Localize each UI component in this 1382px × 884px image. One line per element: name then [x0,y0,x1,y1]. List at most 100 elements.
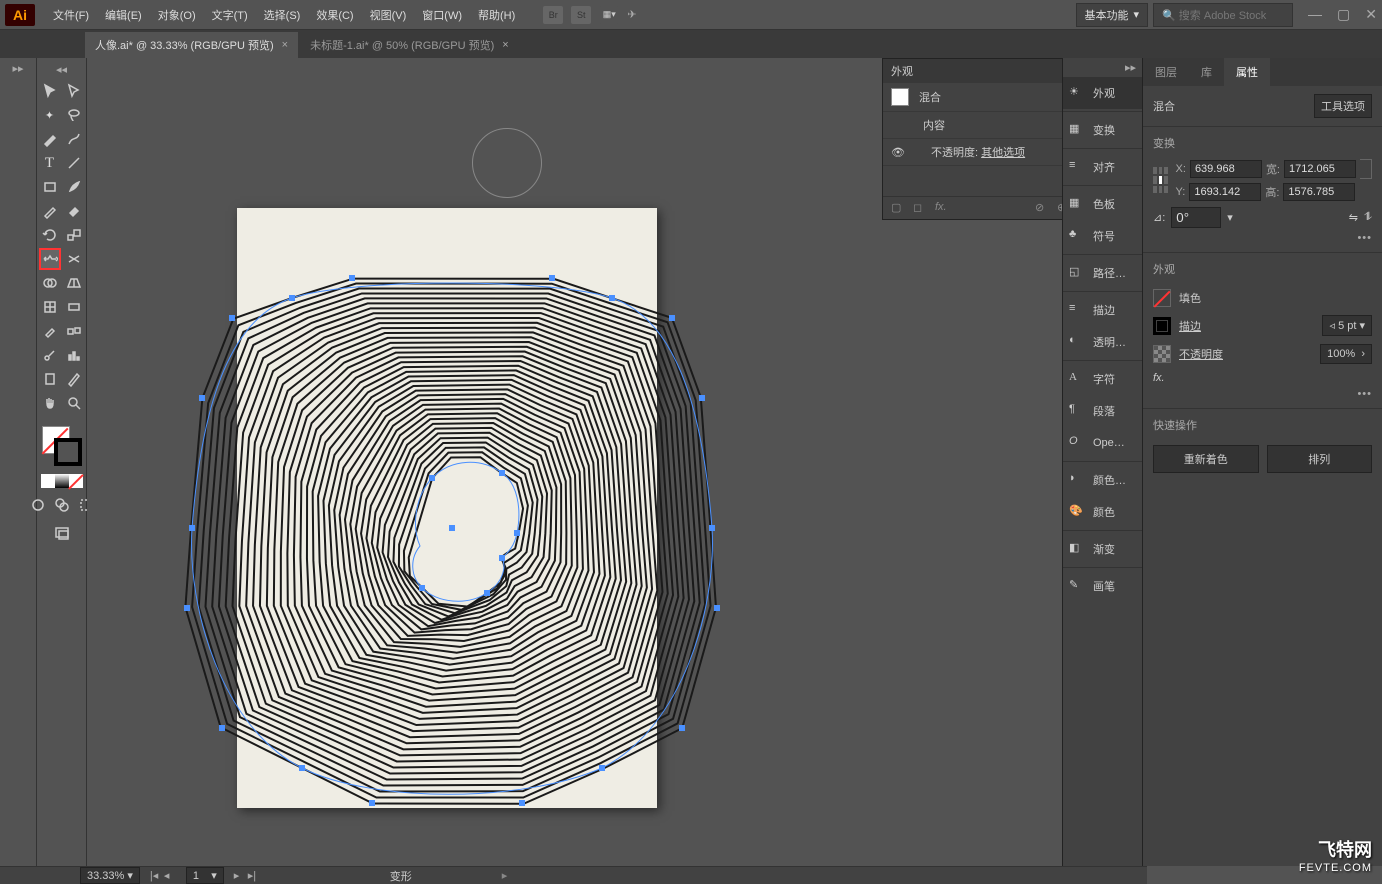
eraser-tool[interactable] [63,200,85,222]
free-transform-tool[interactable] [63,248,85,270]
stroke-swatch[interactable] [54,438,82,466]
toolbar-collapse-icon[interactable]: ◂◂ [56,63,67,76]
x-input[interactable] [1190,160,1262,178]
stroke-swatch[interactable] [1153,317,1171,335]
shaper-tool[interactable] [39,200,61,222]
expand-icon[interactable]: ▸▸ [0,58,36,79]
curvature-tool[interactable] [63,128,85,150]
menu-object[interactable]: 对象(O) [150,7,204,23]
angle-input[interactable] [1171,207,1221,228]
pen-tool[interactable] [39,128,61,150]
dock-brushes[interactable]: ✎画笔 [1063,570,1142,602]
tab-layers[interactable]: 图层 [1143,58,1189,86]
dock-collapse-icon[interactable]: ▸▸ [1063,58,1142,77]
dock-stroke[interactable]: ≡描边 [1063,294,1142,326]
search-input[interactable]: 🔍 搜索 Adobe Stock [1153,3,1293,27]
close-icon[interactable]: × [502,39,508,51]
rotate-tool[interactable] [39,224,61,246]
flip-v-icon[interactable]: ⥮ [1364,211,1372,224]
line-tool[interactable] [63,152,85,174]
center-anchor[interactable] [449,525,455,531]
document-tab-inactive[interactable]: 未标题-1.ai* @ 50% (RGB/GPU 预览)× [300,32,519,58]
menu-window[interactable]: 窗口(W) [414,7,470,23]
canvas[interactable]: 外观 ▸▸ ≡ 混合 内容 👁 不透明度: 其他选项 ▢ ◻ fx. [87,58,1062,866]
lasso-tool[interactable] [63,104,85,126]
blend-artwork[interactable] [172,248,732,808]
stroke-weight[interactable]: ◃ 5 pt ▾ [1322,315,1372,336]
arrange-button[interactable]: 排列 [1267,445,1373,473]
dock-transparency[interactable]: ◐透明… [1063,326,1142,358]
direct-selection-tool[interactable] [63,80,85,102]
symbol-sprayer-tool[interactable] [39,344,61,366]
tool-options-button[interactable]: 工具选项 [1314,94,1372,118]
eyedropper-tool[interactable] [39,320,61,342]
reference-point[interactable] [1153,167,1168,193]
workspace-selector[interactable]: 基本功能▾ [1076,3,1149,27]
minimize-button[interactable]: ― [1308,6,1322,23]
screen-mode[interactable] [51,522,73,544]
rocket-icon[interactable]: ✈ [627,8,636,21]
menu-type[interactable]: 文字(T) [204,7,256,23]
menu-select[interactable]: 选择(S) [256,7,309,23]
document-tab-active[interactable]: 人像.ai* @ 33.33% (RGB/GPU 预览)× [85,32,298,58]
magic-wand-tool[interactable]: ✦ [39,104,61,126]
tab-libraries[interactable]: 库 [1189,58,1224,86]
contents-label[interactable]: 内容 [923,117,945,133]
status-play-icon[interactable]: ▸ [502,869,508,882]
recolor-button[interactable]: 重新着色 [1153,445,1259,473]
scale-tool[interactable] [63,224,85,246]
link-wh-icon[interactable] [1360,159,1372,179]
clear-icon[interactable]: ⊘ [1035,201,1049,215]
slice-tool[interactable] [63,368,85,390]
next-artboard[interactable]: ▸ [234,869,246,882]
menu-edit[interactable]: 编辑(E) [97,7,150,23]
more-options-icon[interactable]: ••• [1357,388,1372,400]
dock-color[interactable]: 🎨颜色 [1063,496,1142,528]
stock-icon[interactable]: St [571,6,591,24]
rectangle-tool[interactable] [39,176,61,198]
prev-artboard[interactable]: ◂ [164,869,176,882]
menu-effect[interactable]: 效果(C) [308,7,361,23]
dock-transform[interactable]: ▦变换 [1063,114,1142,146]
shape-builder-tool[interactable] [39,272,61,294]
blend-tool[interactable] [63,320,85,342]
zoom-tool[interactable] [63,392,85,414]
y-input[interactable] [1189,183,1261,201]
hand-tool[interactable] [39,392,61,414]
mesh-tool[interactable] [39,296,61,318]
appearance-panel[interactable]: 外观 ▸▸ ≡ 混合 内容 👁 不透明度: 其他选项 ▢ ◻ fx. [882,58,1062,220]
fx-button[interactable]: fx. [1153,372,1165,384]
tab-properties[interactable]: 属性 [1224,58,1270,86]
arrange-icon[interactable]: ▦▾ [599,6,619,24]
more-options-icon[interactable]: ••• [1357,232,1372,244]
stroke-icon[interactable]: ◻ [913,201,927,215]
artboard-tool[interactable] [39,368,61,390]
fx-icon[interactable]: fx. [935,201,949,215]
dock-opentype[interactable]: OOpe… [1063,427,1142,459]
menu-help[interactable]: 帮助(H) [470,7,523,23]
selection-tool[interactable] [39,80,61,102]
menu-view[interactable]: 视图(V) [362,7,415,23]
graph-tool[interactable] [63,344,85,366]
artboard-nav[interactable]: 1 ▾ [186,867,224,884]
last-artboard[interactable]: ▸| [248,869,260,882]
opacity-link[interactable]: 其他选项 [981,147,1025,159]
dock-swatches[interactable]: ▦色板 [1063,188,1142,220]
flip-h-icon[interactable]: ⇋ [1349,211,1358,224]
visibility-icon[interactable]: 👁 [891,146,909,159]
dock-paragraph[interactable]: ¶段落 [1063,395,1142,427]
width-input[interactable] [1284,160,1356,178]
color-proxy[interactable] [42,426,82,466]
width-tool[interactable] [39,248,61,270]
type-tool[interactable]: T [39,152,61,174]
fill-swatch[interactable] [1153,289,1171,307]
maximize-button[interactable]: ▢ [1337,6,1350,23]
first-artboard[interactable]: |◂ [150,869,162,882]
no-stroke-icon[interactable]: ▢ [891,201,905,215]
paintbrush-tool[interactable] [63,176,85,198]
draw-normal[interactable] [27,494,49,516]
gradient-tool[interactable] [63,296,85,318]
close-icon[interactable]: × [282,39,288,51]
bridge-icon[interactable]: Br [543,6,563,24]
opacity-value[interactable]: 100% › [1320,344,1372,364]
